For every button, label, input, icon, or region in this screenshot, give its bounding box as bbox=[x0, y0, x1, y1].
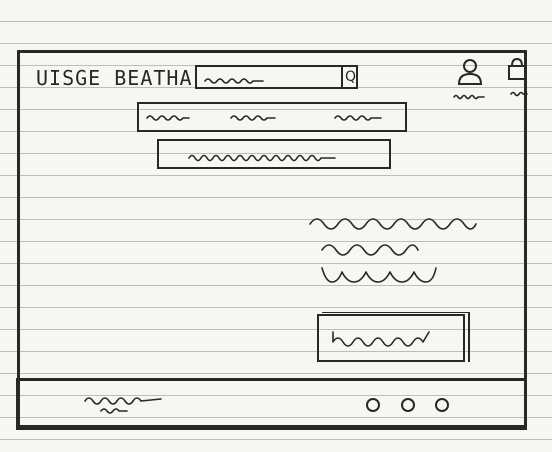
dot-icon[interactable] bbox=[401, 398, 415, 412]
nav-item-3[interactable] bbox=[334, 112, 382, 122]
content-line-2 bbox=[321, 244, 419, 256]
user-icon[interactable] bbox=[456, 58, 484, 86]
site-logo[interactable]: UISGE BEATHA bbox=[36, 66, 193, 90]
nav-bar bbox=[137, 102, 407, 132]
banner-text-scribble bbox=[188, 154, 336, 162]
nav-item-1[interactable] bbox=[146, 112, 190, 122]
cta-button[interactable] bbox=[317, 314, 465, 362]
search-input[interactable] bbox=[195, 65, 358, 89]
banner bbox=[157, 139, 391, 169]
footer-text-scribble bbox=[84, 397, 162, 414]
next-dot-icon[interactable] bbox=[435, 398, 449, 412]
search-icon[interactable]: Q bbox=[341, 66, 358, 88]
content-line-3 bbox=[321, 267, 437, 283]
cart-icon[interactable] bbox=[506, 56, 528, 82]
footer bbox=[16, 378, 527, 430]
user-label-scribble bbox=[453, 94, 485, 100]
cta-label-scribble bbox=[332, 331, 430, 347]
search-input-scribble bbox=[204, 78, 264, 84]
nav-item-2[interactable] bbox=[230, 112, 276, 122]
cart-label-scribble bbox=[510, 91, 528, 97]
content-line-1 bbox=[309, 218, 477, 230]
prev-dot-icon[interactable] bbox=[366, 398, 380, 412]
